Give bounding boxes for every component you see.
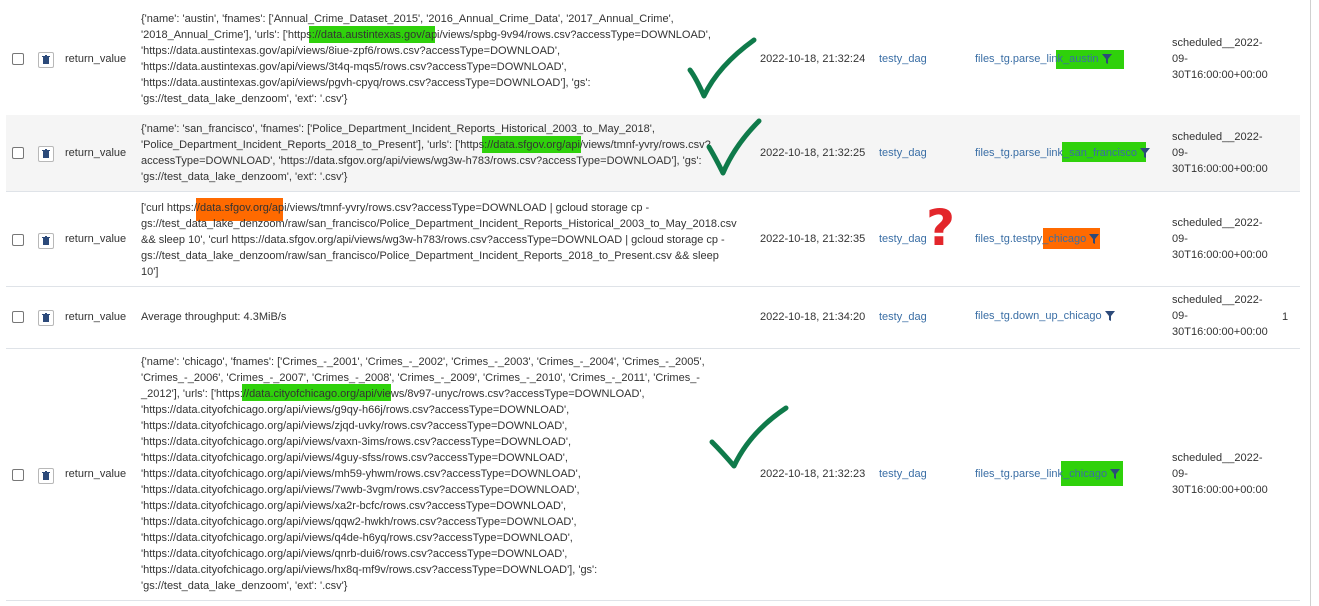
run-id-cell: scheduled__2022- 09- 30T16:00:00+00:00 [1172, 131, 1268, 175]
table-row: return_value {'name': 'austin', 'fnames'… [6, 0, 1300, 116]
task-id-link[interactable]: files_tg.testpy_chicago [975, 233, 1086, 245]
task-id-link[interactable]: files_tg.parse_link_san_francisco [975, 147, 1137, 159]
value-cell: Average throughput: 4.3MiB/s [141, 311, 287, 323]
run-id-cell: scheduled__2022- 09- 30T16:00:00+00:00 [1172, 217, 1268, 261]
dag-id-link[interactable]: testy_dag [879, 51, 927, 67]
table-row: return_value Average throughput: 4.3MiB/… [6, 286, 1300, 349]
task-id-cell: files_tg.down_up_chicago [975, 308, 1115, 324]
trash-icon [42, 55, 50, 64]
value-cell: {'name': 'chicago', 'fnames': ['Crimes_-… [141, 356, 705, 592]
key-cell: return_value [65, 468, 127, 480]
table-row: return_value {'name': 'chicago', 'fnames… [6, 348, 1300, 601]
key-cell: return_value [65, 53, 127, 65]
trash-icon [42, 313, 50, 322]
filter-icon[interactable] [1089, 234, 1100, 245]
row-checkbox[interactable] [12, 234, 24, 246]
key-cell: return_value [65, 147, 127, 159]
task-id-cell: files_tg.parse_link_chicago [975, 466, 1121, 482]
dag-id-link[interactable]: testy_dag [879, 145, 927, 161]
value-cell: ['curl https://data.sfgov.org/api/views/… [141, 202, 737, 278]
delete-button[interactable] [38, 233, 54, 249]
timestamp-cell: 2022-10-18, 21:32:23 [760, 468, 866, 480]
dag-id-link[interactable]: testy_dag [879, 309, 927, 325]
trash-icon [42, 236, 50, 245]
run-id-cell: scheduled__2022- 09- 30T16:00:00+00:00 [1172, 37, 1268, 81]
task-id-cell: files_tg.testpy_chicago [975, 231, 1100, 247]
map-index-cell: 1 [1282, 311, 1289, 323]
timestamp-cell: 2022-10-18, 21:32:25 [760, 147, 866, 159]
row-checkbox[interactable] [12, 469, 24, 481]
timestamp-cell: 2022-10-18, 21:34:20 [760, 311, 866, 323]
row-checkbox[interactable] [12, 147, 24, 159]
value-cell: {'name': 'austin', 'fnames': ['Annual_Cr… [141, 13, 711, 105]
filter-icon[interactable] [1140, 148, 1151, 159]
filter-icon[interactable] [1104, 311, 1115, 322]
value-cell: {'name': 'san_francisco', 'fnames': ['Po… [141, 123, 711, 183]
trash-icon [42, 149, 50, 158]
filter-icon[interactable] [1110, 469, 1121, 480]
delete-button[interactable] [38, 146, 54, 162]
key-cell: return_value [65, 233, 127, 245]
dag-id-link[interactable]: testy_dag [879, 466, 927, 482]
trash-icon [42, 471, 50, 480]
key-cell: return_value [65, 311, 127, 323]
timestamp-cell: 2022-10-18, 21:32:35 [760, 233, 866, 245]
row-checkbox[interactable] [12, 311, 24, 323]
filter-icon[interactable] [1101, 54, 1112, 65]
delete-button[interactable] [38, 52, 54, 68]
task-id-link[interactable]: files_tg.parse_link_chicago [975, 468, 1107, 480]
delete-button[interactable] [38, 310, 54, 326]
timestamp-cell: 2022-10-18, 21:32:24 [760, 53, 866, 65]
delete-button[interactable] [38, 468, 54, 484]
row-checkbox[interactable] [12, 53, 24, 65]
task-id-cell: files_tg.parse_link_austin [975, 51, 1112, 67]
run-id-cell: scheduled__2022- 09- 30T16:00:00+00:00 [1172, 452, 1268, 496]
task-id-link[interactable]: files_tg.parse_link_austin [975, 53, 1099, 65]
scrollbar-track [1310, 0, 1311, 606]
table-row: return_value {'name': 'san_francisco', '… [6, 115, 1300, 192]
dag-id-link[interactable]: testy_dag [879, 231, 927, 247]
task-id-link[interactable]: files_tg.down_up_chicago [975, 310, 1102, 322]
table-row: return_value ['curl https://data.sfgov.o… [6, 191, 1300, 287]
run-id-cell: scheduled__2022- 09- 30T16:00:00+00:00 [1172, 294, 1268, 338]
task-id-cell: files_tg.parse_link_san_francisco [975, 145, 1151, 161]
